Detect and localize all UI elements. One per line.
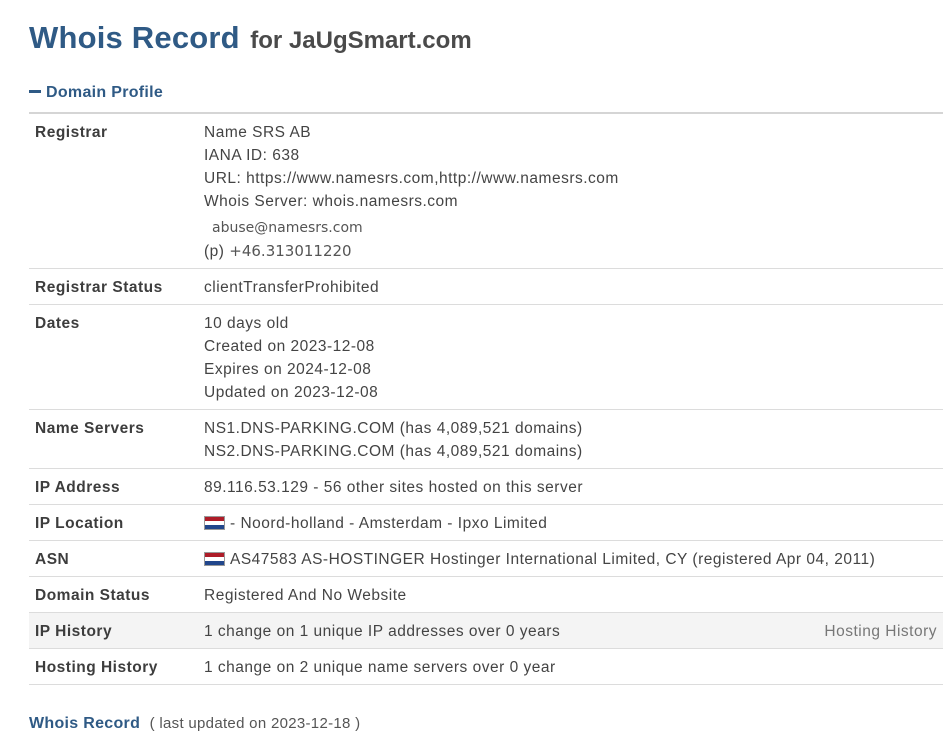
row-label: IP Address xyxy=(29,468,198,505)
updated-date: Updated on 2023-12-08 xyxy=(204,384,379,401)
row-label: Hosting History xyxy=(29,648,198,685)
registrar-value: Name SRS AB IANA ID: 638 URL: https://ww… xyxy=(198,114,943,269)
name-servers-value: NS1.DNS-PARKING.COM (has 4,089,521 domai… xyxy=(198,409,943,469)
asn-value: AS47583 AS-HOSTINGER Hostinger Internati… xyxy=(198,540,943,577)
collapse-minus-icon xyxy=(29,89,41,93)
asn-text: AS47583 AS-HOSTINGER Hostinger Internati… xyxy=(230,551,876,568)
name-server-2: NS2.DNS-PARKING.COM (has 4,089,521 domai… xyxy=(204,443,583,460)
name-server-1: NS1.DNS-PARKING.COM (has 4,089,521 domai… xyxy=(204,420,583,437)
registrar-iana: IANA ID: 638 xyxy=(204,147,300,164)
ip-history-value: 1 change on 1 unique IP addresses over 0… xyxy=(198,612,781,649)
row-label: Dates xyxy=(29,304,198,410)
row-domain-status: Domain Status Registered And No Website xyxy=(29,576,943,613)
row-label: IP History xyxy=(29,612,198,649)
registrar-name: Name SRS AB xyxy=(204,124,312,141)
last-updated-note: ( last updated on 2023-12-18 ) xyxy=(149,715,361,732)
section-label: Domain Profile xyxy=(46,84,164,101)
registrar-whois-server: Whois Server: whois.namesrs.com xyxy=(204,193,459,210)
netherlands-flag-icon xyxy=(204,552,225,566)
ip-location-text: - Noord-holland - Amsterdam - Ipxo Limit… xyxy=(230,515,548,532)
whois-record-link[interactable]: Whois Record xyxy=(29,715,140,732)
created-date: Created on 2023-12-08 xyxy=(204,338,375,355)
row-ip-address: IP Address 89.116.53.129 - 56 other site… xyxy=(29,468,943,505)
hosting-history-value: 1 change on 2 unique name servers over 0… xyxy=(198,648,943,685)
row-label: ASN xyxy=(29,540,198,577)
row-label: Domain Status xyxy=(29,576,198,613)
row-asn: ASN AS47583 AS-HOSTINGER Hostinger Inter… xyxy=(29,540,943,577)
ip-location-value: - Noord-holland - Amsterdam - Ipxo Limit… xyxy=(198,504,943,541)
registrar-phone: +46.313011220 xyxy=(229,242,352,260)
registrar-email: abuse@namesrs.com xyxy=(212,220,363,236)
registrar-url: URL: https://www.namesrs.com,http://www.… xyxy=(204,170,619,187)
row-registrar: Registrar Name SRS AB IANA ID: 638 URL: … xyxy=(29,114,943,269)
whois-record-footer: Whois Record ( last updated on 2023-12-1… xyxy=(29,715,360,733)
domain-profile-toggle[interactable]: Domain Profile xyxy=(29,84,163,102)
row-name-servers: Name Servers NS1.DNS-PARKING.COM (has 4,… xyxy=(29,409,943,469)
expires-date: Expires on 2024-12-08 xyxy=(204,361,372,378)
page-title: Whois Record for JaUgSmart.com xyxy=(29,20,472,56)
row-registrar-status: Registrar Status clientTransferProhibite… xyxy=(29,268,943,305)
page-title-main: Whois Record xyxy=(29,20,240,55)
page-title-domain: for JaUgSmart.com xyxy=(250,27,472,54)
row-label: Registrar xyxy=(29,114,198,269)
registrar-status-value: clientTransferProhibited xyxy=(198,268,943,305)
row-ip-history: IP History 1 change on 1 unique IP addre… xyxy=(29,612,943,649)
row-label: Name Servers xyxy=(29,409,198,469)
hosting-history-link[interactable]: Hosting History xyxy=(781,612,943,649)
row-hosting-history: Hosting History 1 change on 2 unique nam… xyxy=(29,648,943,685)
row-label: IP Location xyxy=(29,504,198,541)
row-ip-location: IP Location - Noord-holland - Amsterdam … xyxy=(29,504,943,541)
netherlands-flag-icon xyxy=(204,516,225,530)
domain-status-value: Registered And No Website xyxy=(198,576,943,613)
dates-value: 10 days old Created on 2023-12-08 Expire… xyxy=(198,304,943,410)
phone-prefix: (p) xyxy=(204,243,225,260)
registrar-phone-line: (p) +46.313011220 xyxy=(204,240,937,263)
ip-address-value: 89.116.53.129 - 56 other sites hosted on… xyxy=(198,468,943,505)
domain-age: 10 days old xyxy=(204,315,289,332)
row-dates: Dates 10 days old Created on 2023-12-08 … xyxy=(29,304,943,410)
row-label: Registrar Status xyxy=(29,268,198,305)
domain-profile-table: Registrar Name SRS AB IANA ID: 638 URL: … xyxy=(29,114,943,685)
